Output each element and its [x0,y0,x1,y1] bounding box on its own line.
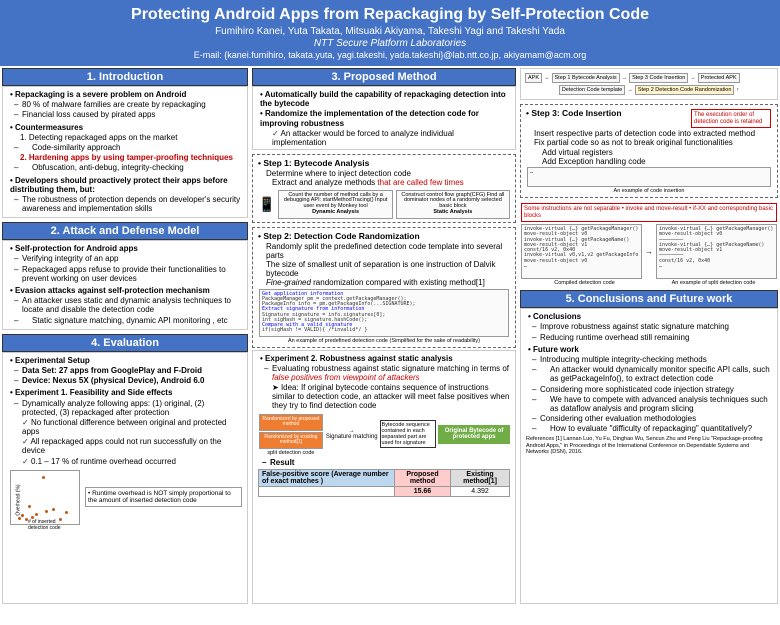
s4-e1c: All repackaged apps could not run succes… [10,437,242,455]
sec2-body: Self-protection for Android apps Verifyi… [2,240,248,330]
compiled-code: invoke-virtual {…} getPackageManager()mo… [521,224,642,279]
s2-l2a1: Static signature matching, dynamic API m… [10,316,242,325]
s1-l1a: 80 % of malware families are create by r… [10,100,242,109]
code-insert: … [527,167,771,187]
s4-e1b: No functional difference between origina… [10,418,242,436]
s4-setup: Experimental Setup [10,356,242,365]
sec4-left: Experimental Setup Data Set: 27 apps fro… [2,352,248,604]
sig-match: →Signature matching [326,428,378,440]
email: E-mail: {kanei.fumihiro, takata.yuta, ya… [4,50,776,60]
s1-l2b1: Obfuscation, anti-debug, integrity-check… [10,163,242,172]
sec4-head: 4. Evaluation [2,334,248,352]
result-table: False-positive score (Average number of … [258,469,510,497]
lab: NTT Secure Platform Laboratories [4,38,776,49]
sec1-head: 1. Introduction [2,68,248,86]
authors: Fumihiro Kanei, Yuta Takata, Mitsuaki Ak… [4,26,776,37]
s4-e1note: • Runtime overhead is NOT simply proport… [85,487,242,507]
phone-icon: 📱 [258,196,275,213]
s2-l2a: An attacker uses static and dynamic anal… [10,296,242,314]
references: References [1] Lannan Luo, Yu Fu, Dingha… [526,436,772,454]
s1-l1: Repackaging is a severe problem on Andro… [10,90,242,99]
s1-l2: Countermeasures [10,123,242,132]
s1-l3: Developers should proactively protect th… [10,176,242,194]
dyn-analysis: Count the number of method calls by a de… [278,190,392,219]
s4-setupA: Data Set: 27 apps from GooglePlay and F-… [10,366,242,375]
step2-extra: Some instructions are not separable • in… [520,202,778,286]
split-code: invoke-virtual {…} getPackageManager()mo… [656,224,777,279]
s4-e1a: Dynamically analyze following apps: (1) … [10,399,242,417]
code-template: Get application information PackageManag… [259,289,509,337]
s2-l2: Evasion attacks against self-protection … [10,286,242,295]
rand-existing: Randomized by existing method[1] [259,432,323,449]
flow-diagram: APK→ Step 1 Bytecode Analysis→ Step 3 Co… [520,68,778,100]
poster-header: Protecting Android Apps from Repackaging… [0,0,780,66]
title: Protecting Android Apps from Repackaging… [4,6,776,24]
s1-l3a: The robustness of protection depends on … [10,195,242,213]
step3-title: • Step 3: Code Insertion [526,108,622,128]
step2-title: • Step 2: Detection Code Randomization [258,231,510,241]
e2-note: Bytecode sequence contained in each sepa… [380,420,437,448]
sec3-top: Automatically build the capability of re… [252,86,516,150]
step1-title: • Step 1: Bytecode Analysis [258,158,510,168]
sec1-body: Repackaging is a severe problem on Andro… [2,86,248,218]
s1-l2b: 2. Hardening apps by using tamper-proofi… [10,153,242,162]
rand-proposed: Randomized by proposed method [259,414,323,431]
s1-l2a: 1. Detecting repackaged apps on the mark… [10,133,242,142]
sec3-head: 3. Proposed Method [252,68,516,86]
sec2-head: 2. Attack and Defense Model [2,222,248,240]
step3-box: • Step 3: Code Insertion The execution o… [520,104,778,198]
sec4-right: Experiment 2. Robustness against static … [252,350,516,605]
s4-e1: Experiment 1. Feasibility and Side effec… [10,388,242,397]
s4-e1d: 0.1 – 17 % of runtime overhead occurred [10,457,242,466]
poster-body: 1. Introduction Repackaging is a severe … [0,66,780,606]
s4-setupB: Device: Nexus 5X (physical Device), Andr… [10,376,242,385]
sec5-head: 5. Conclusions and Future work [520,290,778,308]
sec5-body: Conclusions Improve robustness against s… [520,308,778,604]
s3-l2: Randomize the implementation of the dete… [260,109,510,127]
step1-box: • Step 1: Bytecode Analysis Determine wh… [252,154,516,222]
step2-box: • Step 2: Detection Code Randomization R… [252,227,516,348]
s2-l1: Self-protection for Android apps [10,244,242,253]
scatter-plot: Overhead (%) # of inserted detection cod… [10,470,80,525]
static-analysis: Construct control flow graph(CFG) Find a… [396,190,510,219]
s2-l1a: Verifying integrity of an app [10,254,242,263]
s4-e2: Experiment 2. Robustness against static … [260,354,510,363]
s1-l1b: Financial loss caused by pirated apps [10,110,242,119]
s3-l2a: An attacker would be forced to analyze i… [260,129,510,147]
s3-l1: Automatically build the capability of re… [260,90,510,108]
s2-l1b: Repackaged apps refuse to provide their … [10,265,242,283]
s1-l2a1: Code-similarity approach [10,143,242,152]
orig-bytecode: Original Bytecode of protected apps [438,425,510,444]
